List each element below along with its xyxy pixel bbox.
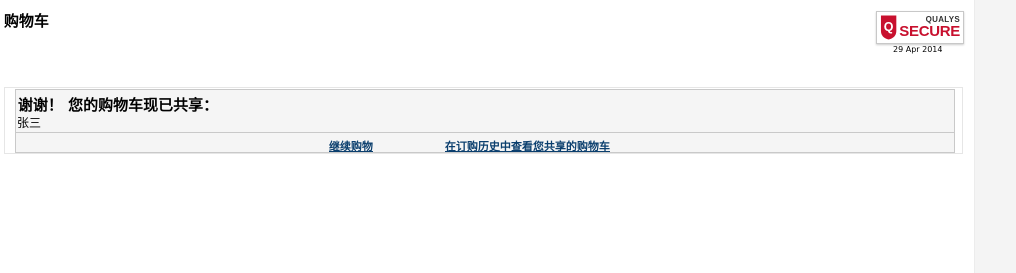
qualys-wordmark: QUALYS SECURE [899,16,963,40]
shield-icon: Q [880,15,897,40]
shared-with-name: 张三 [17,116,42,130]
right-scroll-gutter [974,0,1016,273]
page-title: 购物车 [4,12,50,30]
qualys-secure-label: SECURE [899,23,960,40]
page: 购物车 Q QUALYS SECURE 29 Apr 2014 谢谢！ 您的购物… [0,0,1016,273]
action-link-bar: 继续购物 在订购历史中查看您共享的购物车 [15,132,955,153]
svg-text:Q: Q [884,20,894,34]
share-confirmation-panel: 谢谢！ 您的购物车现已共享： 张三 继续购物 在订购历史中查看您共享的购物车 [15,89,955,153]
continue-shopping-link[interactable]: 继续购物 [329,138,373,154]
qualys-secure-badge[interactable]: Q QUALYS SECURE [876,11,964,44]
badge-date: 29 Apr 2014 [893,45,943,54]
view-shared-cart-history-link[interactable]: 在订购历史中查看您共享的购物车 [445,138,610,154]
share-confirmation-heading: 谢谢！ 您的购物车现已共享： [18,96,219,114]
